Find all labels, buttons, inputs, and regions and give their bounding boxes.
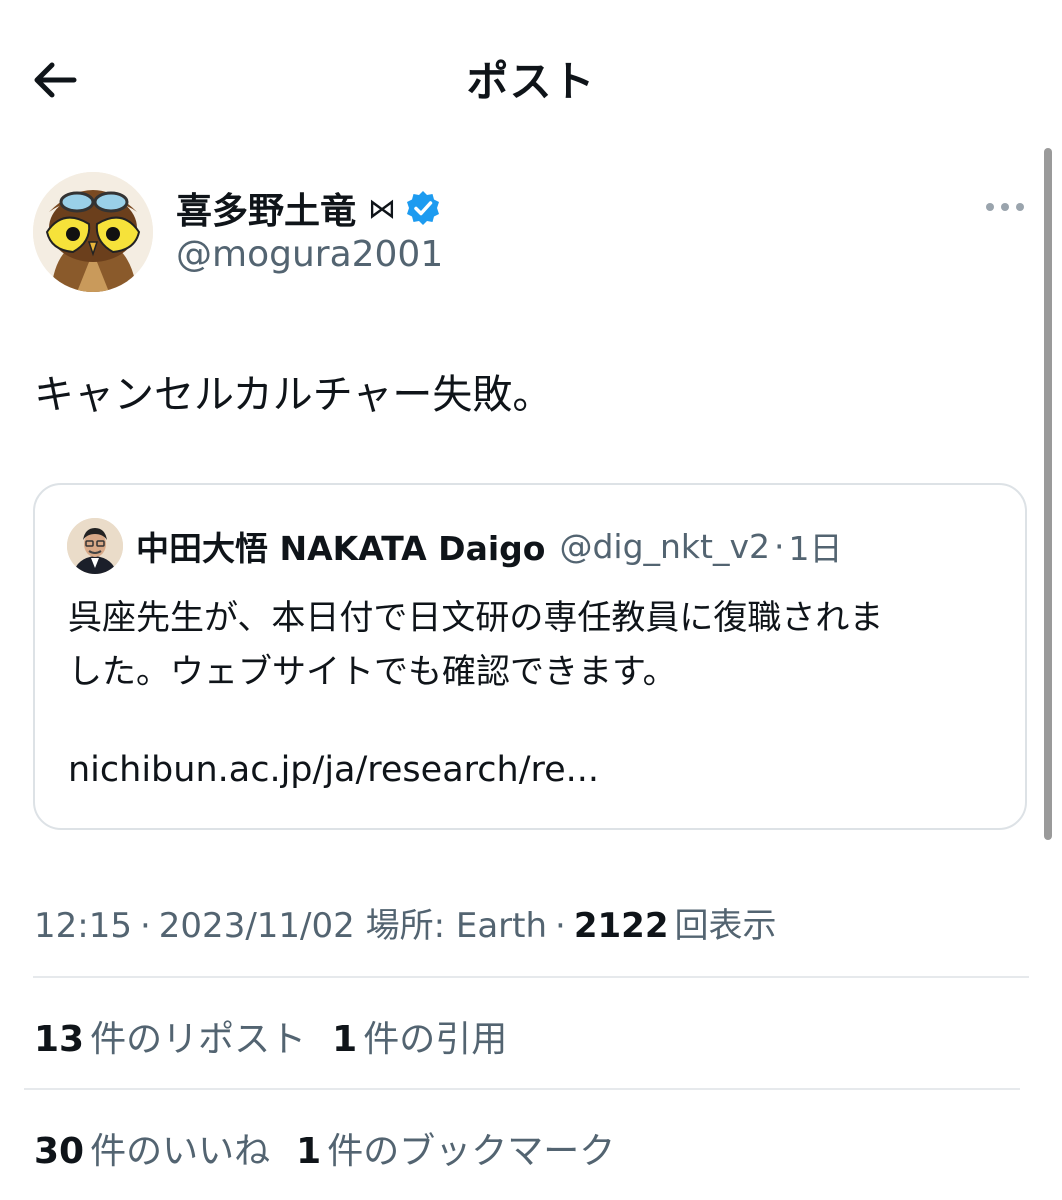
scrollbar[interactable] (1044, 148, 1052, 840)
quotes-stat[interactable]: 1 件の引用 (332, 1019, 507, 1060)
reposts-count: 13 (34, 1019, 85, 1060)
bookmarks-label: 件のブックマーク (327, 1131, 616, 1172)
likes-stat[interactable]: 30 件のいいね (34, 1131, 270, 1172)
quote-link[interactable]: nichibun.ac.jp/ja/research/re... (68, 750, 599, 790)
divider (33, 976, 1029, 978)
author-name-row[interactable]: 喜多野土竜 ⋈ (176, 182, 442, 234)
quote-header[interactable]: 中田大悟 NAKATA Daigo @dig_nkt_v2 · 1日 (136, 520, 843, 572)
likes-count: 30 (34, 1131, 85, 1172)
view-count: 2122 (573, 906, 669, 946)
quote-author-name[interactable]: 中田大悟 NAKATA Daigo (136, 522, 545, 570)
tweet-date[interactable]: 2023/11/02 (159, 906, 355, 946)
engagement-stats-row: 30 件のいいね 1 件のブックマーク (34, 1122, 615, 1174)
page-title: ポスト (466, 57, 596, 106)
meta-separator: · (555, 906, 566, 946)
bookmarks-stat[interactable]: 1 件のブックマーク (296, 1131, 615, 1172)
verified-badge-icon (407, 191, 440, 225)
reposts-stat[interactable]: 13 件のリポスト (34, 1019, 306, 1060)
tweet-meta: 12:15 · 2023/11/02 場所: Earth · 2122 回表示 (34, 898, 776, 947)
quote-separator: · (774, 526, 785, 566)
owl-avatar-image (33, 172, 153, 292)
quote-text-line: した。ウェブサイトでも確認できます。 (68, 652, 677, 692)
bookmarks-count: 1 (296, 1131, 322, 1172)
quotes-label: 件の引用 (363, 1019, 508, 1060)
meta-separator: · (139, 906, 151, 946)
reposts-label: 件のリポスト (90, 1019, 307, 1060)
view-count-label: 回表示 (674, 906, 777, 946)
quotes-count: 1 (332, 1019, 358, 1060)
more-horizontal-icon (986, 203, 1024, 211)
quote-author-handle[interactable]: @dig_nkt_v2 (559, 527, 770, 566)
divider (24, 1088, 1020, 1090)
bowtie-glyph: ⋈ (368, 191, 397, 225)
likes-label: 件のいいね (90, 1131, 271, 1172)
person-avatar-image (67, 518, 123, 574)
author-avatar[interactable] (33, 172, 153, 292)
author-name[interactable]: 喜多野土竜 (176, 182, 356, 234)
tweet-text: キャンセルカルチャー失敗。 (34, 372, 553, 418)
tweet-time[interactable]: 12:15 (34, 906, 132, 946)
quote-text-line: 呉座先生が、本日付で日文研の専任教員に復職されま (68, 598, 884, 638)
more-button[interactable] (984, 192, 1026, 222)
quote-timestamp[interactable]: 1日 (789, 522, 843, 570)
engagement-stats-row: 13 件のリポスト 1 件の引用 (34, 1010, 507, 1062)
quote-author-avatar[interactable] (67, 518, 123, 574)
author-handle[interactable]: @mogura2001 (176, 234, 443, 275)
tweet-location: 場所: Earth (365, 906, 548, 946)
